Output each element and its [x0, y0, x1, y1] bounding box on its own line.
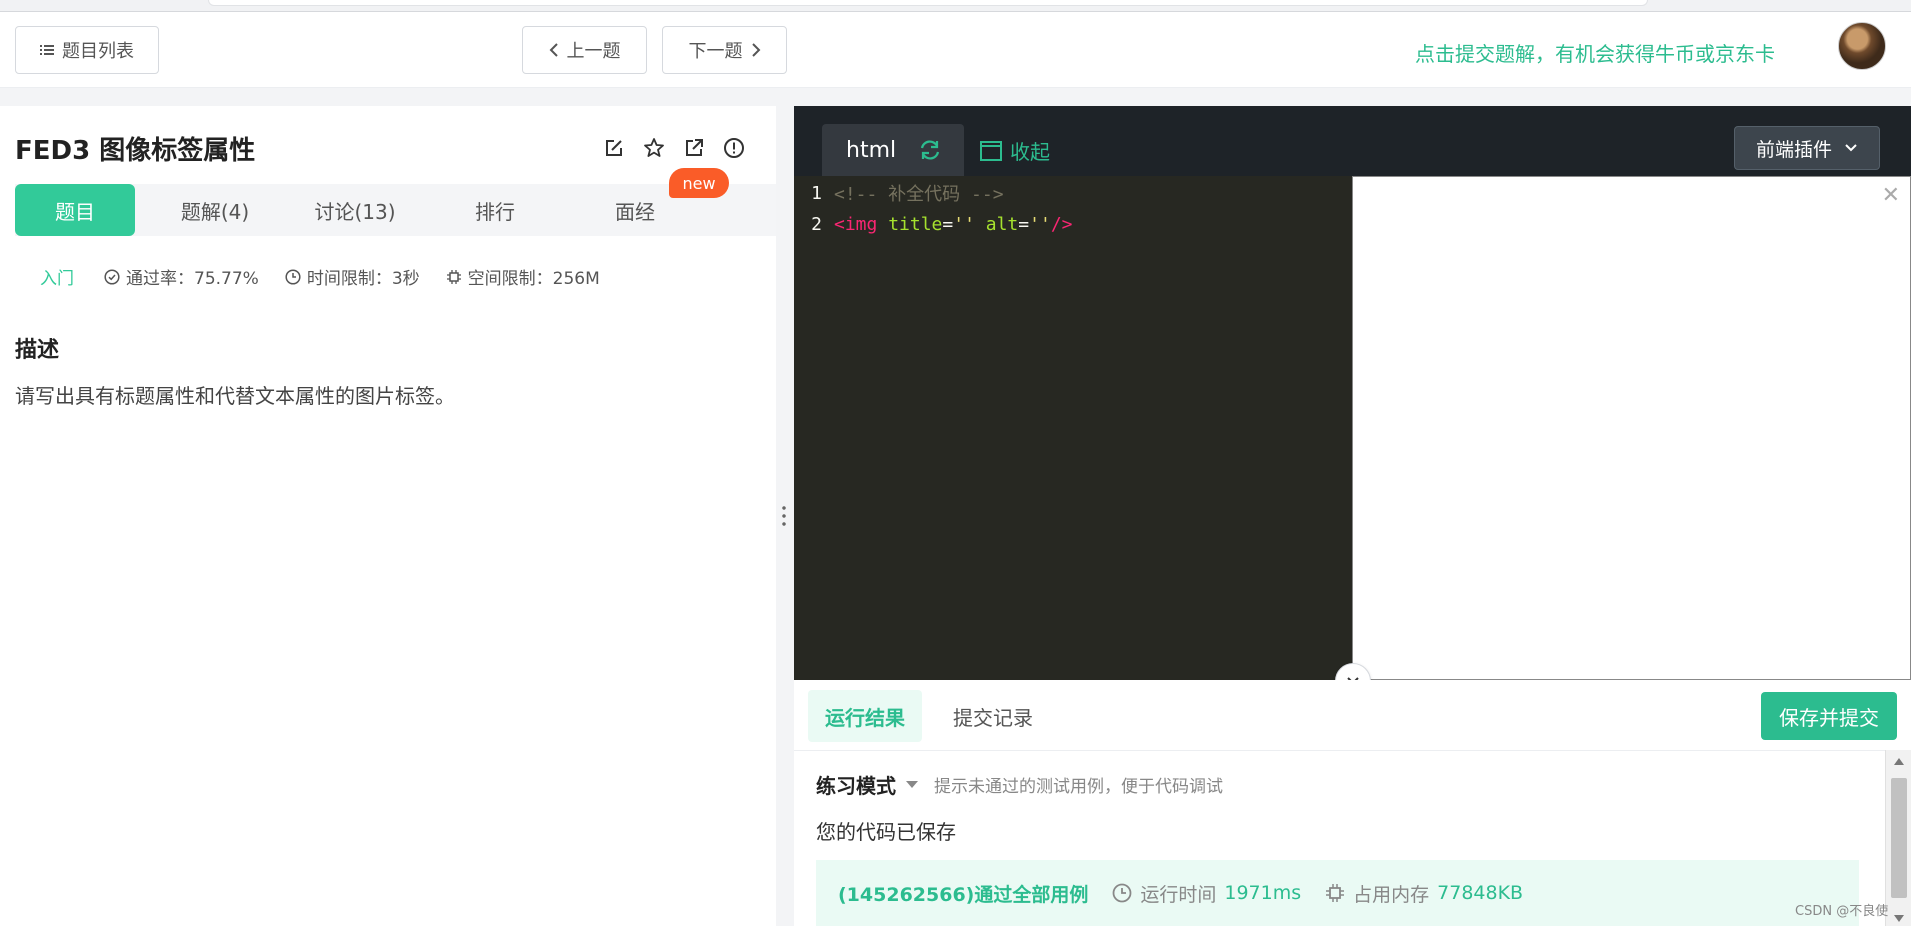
- code-line: 1 <!-- 补全代码 -->: [794, 178, 1004, 208]
- preview-pane: ✕: [1352, 176, 1911, 680]
- solution-promo-link[interactable]: 点击提交题解，有机会获得牛币或京东卡: [1415, 38, 1775, 67]
- runtime-stat: 运行时间 1971ms: [1112, 880, 1301, 907]
- editor-toolbar: html 收起 前端插件: [794, 106, 1911, 176]
- description-text: 请写出具有标题属性和代替文本属性的图片标签。: [15, 384, 455, 408]
- code-line: 2 <img title = '' alt = ''/>: [794, 209, 1073, 239]
- problem-tabs: 题目 题解(4) 讨论(13) 排行 面经: [15, 184, 776, 236]
- top-header: 题目列表 上一题 下一题 点击提交题解，有机会获得牛币或京东卡: [0, 12, 1911, 88]
- space-limit-text: 空间限制：256M: [467, 269, 600, 289]
- code-string: '': [953, 213, 975, 235]
- problem-meta: 入门 通过率：75.77% 时间限制：3秒 空间限制：256M: [40, 264, 600, 289]
- collapse-label: 收起: [1010, 140, 1050, 164]
- problem-panel: FED3 图像标签属性 题目 题解(4) 讨论(13) 排行 面经 new 入门…: [0, 106, 776, 926]
- time-limit-text: 时间限制：3秒: [306, 269, 420, 289]
- memory-label: 占用内存: [1353, 883, 1430, 906]
- code-equals: =: [942, 213, 954, 235]
- next-problem-button[interactable]: 下一题: [662, 26, 787, 74]
- difficulty-label: 入门: [40, 269, 74, 289]
- language-tab[interactable]: html: [822, 124, 964, 176]
- clock-icon: [1112, 883, 1132, 903]
- mode-hint: 提示未通过的测试用例，便于代码调试: [934, 777, 1223, 797]
- new-badge: new: [669, 168, 729, 198]
- saved-message: 您的代码已保存: [816, 820, 956, 844]
- code-tag-close: />: [1050, 213, 1073, 235]
- problem-title: FED3 图像标签属性: [15, 136, 256, 166]
- code-input-area[interactable]: 1 <!-- 补全代码 --> 2 <img title = '' alt = ''/>: [794, 176, 1352, 680]
- result-divider: [794, 750, 1911, 751]
- code-equals: =: [1018, 213, 1030, 235]
- tab-problem[interactable]: 题目: [15, 184, 135, 236]
- chip-icon: [446, 269, 461, 284]
- tab-submission-history[interactable]: 提交记录: [936, 690, 1050, 742]
- pass-rate-text: 通过率：75.77%: [126, 269, 259, 289]
- panel-resize-handle[interactable]: [776, 106, 794, 926]
- window-icon: [980, 140, 1002, 161]
- problem-list-label: 题目列表: [62, 41, 134, 62]
- code-attr-title: title: [877, 213, 943, 235]
- star-icon[interactable]: [642, 136, 666, 160]
- code-editor-panel: html 收起 前端插件 1 <!-- 补全代码 --> 2 <img title =…: [794, 106, 1911, 680]
- problem-list-button[interactable]: 题目列表: [15, 26, 159, 74]
- clock-icon: [285, 268, 301, 285]
- line-number: 1: [811, 182, 822, 204]
- close-icon[interactable]: ✕: [1882, 183, 1900, 208]
- collapse-toggle[interactable]: 收起: [980, 136, 1050, 165]
- frontend-plugin-dropdown[interactable]: 前端插件: [1734, 126, 1880, 170]
- csdn-watermark: CSDN @不良使: [1795, 904, 1889, 919]
- save-submit-button[interactable]: 保存并提交: [1761, 692, 1897, 740]
- tab-discussion[interactable]: 讨论(13): [290, 184, 420, 236]
- reset-icon[interactable]: [918, 139, 942, 161]
- prev-problem-button[interactable]: 上一题: [522, 26, 647, 74]
- chip-icon: [1326, 884, 1345, 902]
- runtime-value: 1971ms: [1224, 882, 1302, 904]
- prev-problem-label: 上一题: [566, 41, 621, 62]
- edit-icon[interactable]: [602, 136, 626, 160]
- address-bar-fragment: [208, 0, 1648, 6]
- check-circle-icon: [104, 268, 120, 285]
- code-attr-alt: alt: [974, 213, 1019, 235]
- tab-solutions[interactable]: 题解(4): [155, 184, 275, 236]
- pass-message: (145262566)通过全部用例: [838, 883, 1089, 906]
- memory-value: 77848KB: [1437, 882, 1524, 904]
- chevron-right-icon: [751, 43, 760, 57]
- drag-dots-icon: [782, 504, 786, 530]
- scroll-down-icon[interactable]: [1894, 915, 1904, 922]
- code-tag-open: <img: [834, 213, 878, 235]
- mode-name[interactable]: 练习模式: [816, 770, 896, 799]
- list-icon: [40, 45, 54, 55]
- next-problem-label: 下一题: [688, 41, 743, 62]
- chevron-down-icon: [1845, 144, 1857, 152]
- result-scrollbar[interactable]: [1885, 750, 1911, 926]
- time-limit: 时间限制：3秒: [285, 264, 420, 289]
- pass-result-box: (145262566)通过全部用例 运行时间 1971ms 占用内存 77848…: [816, 860, 1859, 926]
- share-icon[interactable]: [682, 136, 706, 160]
- scroll-up-icon[interactable]: [1894, 758, 1904, 765]
- browser-chrome-strip: [0, 0, 1911, 12]
- tab-run-result[interactable]: 运行结果: [808, 690, 922, 742]
- description-heading: 描述: [15, 338, 60, 363]
- line-number: 2: [811, 213, 822, 235]
- code-comment: <!-- 补全代码 -->: [834, 184, 1004, 205]
- code-string: '': [1029, 213, 1051, 235]
- pass-rate: 通过率：75.77%: [104, 264, 259, 289]
- user-avatar[interactable]: [1838, 22, 1886, 70]
- language-label: html: [846, 137, 897, 163]
- result-panel: 运行结果 提交记录 保存并提交 练习模式 提示未通过的测试用例，便于代码调试 您…: [794, 680, 1911, 926]
- memory-stat: 占用内存 77848KB: [1325, 880, 1523, 907]
- tab-ranking[interactable]: 排行: [435, 184, 555, 236]
- space-limit: 空间限制：256M: [446, 264, 600, 289]
- chevron-left-icon: [549, 43, 558, 57]
- runtime-label: 运行时间: [1140, 883, 1217, 906]
- report-icon[interactable]: [722, 136, 746, 160]
- scrollbar-thumb[interactable]: [1891, 778, 1907, 898]
- practice-mode: 练习模式 提示未通过的测试用例，便于代码调试: [816, 770, 1223, 799]
- caret-down-icon[interactable]: [906, 781, 918, 788]
- plugin-label: 前端插件: [1755, 138, 1832, 161]
